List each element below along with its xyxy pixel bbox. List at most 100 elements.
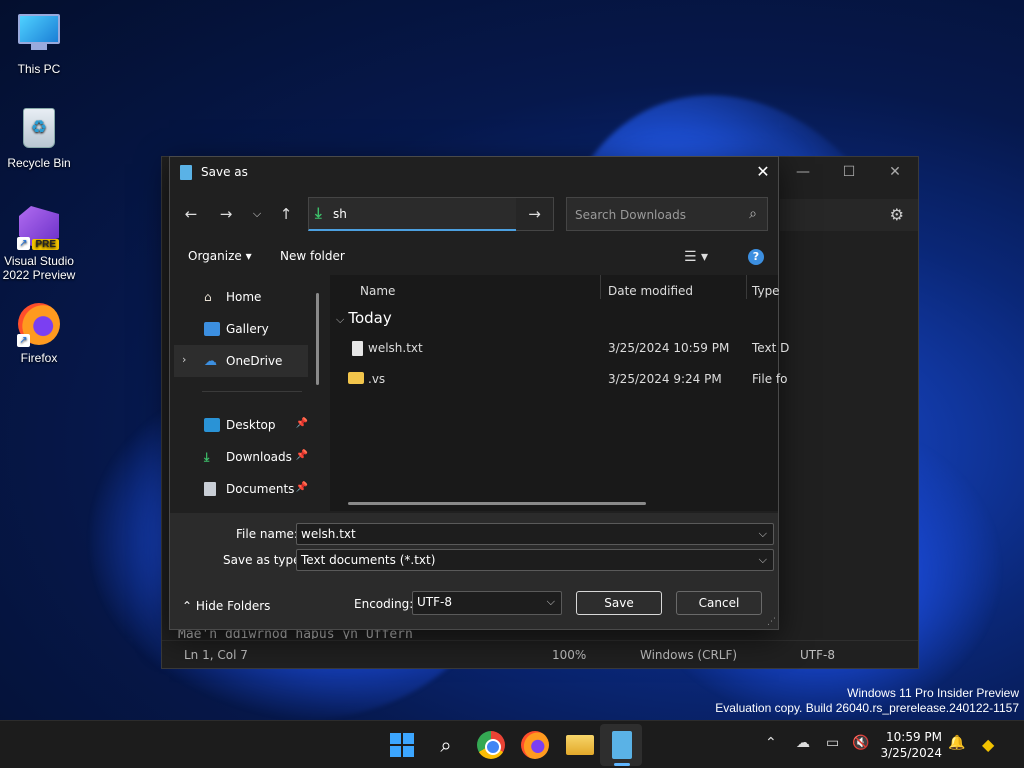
save-as-dialog: Save as ✕ ← → ⌵ ↑ ⤓ ⌵ → ⌕ Organize ▾ New… — [169, 156, 789, 630]
file-name-field[interactable]: welsh.txt ⌵ — [296, 523, 774, 545]
desktop-icon — [204, 418, 220, 432]
close-button[interactable]: ✕ — [748, 157, 778, 187]
file-name: .vs — [368, 372, 386, 386]
nav-item-documents[interactable]: Documents 📌 — [174, 473, 308, 505]
cloud-icon: ☁ — [204, 354, 217, 369]
back-button[interactable]: ← — [180, 203, 202, 225]
file-explorer-icon[interactable] — [566, 735, 594, 755]
view-options-button[interactable]: ☰ ▾ — [684, 249, 708, 265]
gallery-icon — [204, 322, 220, 336]
nav-item-downloads[interactable]: ⤓ Downloads 📌 — [174, 441, 308, 473]
hide-folders-button[interactable]: ⌃ Hide Folders — [182, 599, 270, 613]
clock[interactable]: 10:59 PM 3/25/2024 — [880, 729, 942, 761]
divider — [202, 391, 302, 392]
chevron-up-icon[interactable]: ⌃ — [765, 735, 777, 751]
desktop-icon-visual-studio[interactable]: PRE ↗ Visual Studio 2022 Preview — [0, 204, 78, 282]
encoding-label: Encoding: — [354, 597, 414, 611]
file-row[interactable]: .vs 3/25/2024 9:24 PM File fo — [330, 364, 787, 394]
search-icon: ⌕ — [749, 206, 757, 222]
chevron-up-icon: ⌃ — [182, 599, 193, 613]
display-icon[interactable]: ▭ — [826, 735, 839, 751]
dialog-title: Save as — [201, 165, 248, 179]
line-endings[interactable]: Windows (CRLF) — [640, 648, 737, 662]
notification-bell-icon[interactable]: 🔔 — [948, 735, 965, 751]
folder-icon — [348, 372, 364, 384]
help-icon[interactable]: ? — [748, 249, 764, 265]
file-name-label: File name: — [236, 527, 298, 541]
encoding-select[interactable]: UTF-8 ⌵ — [412, 591, 562, 615]
desktop-icon-recycle-bin[interactable]: Recycle Bin — [0, 106, 78, 170]
column-header-name[interactable]: Name — [360, 284, 395, 298]
chevron-down-icon[interactable]: ⌵ — [759, 527, 767, 541]
nav-item-onedrive[interactable]: › ☁ OneDrive — [174, 345, 308, 377]
minimize-button[interactable]: — — [780, 157, 826, 187]
desktop-icon-label: Firefox — [20, 351, 58, 365]
start-button[interactable] — [388, 731, 416, 759]
zoom-level[interactable]: 100% — [552, 648, 586, 662]
scrollbar[interactable] — [348, 502, 646, 505]
scrollbar[interactable] — [316, 293, 319, 385]
pin-icon: 📌 — [295, 418, 308, 429]
file-name: welsh.txt — [368, 341, 423, 355]
desktop-icon-label: Recycle Bin — [7, 156, 71, 170]
network-icon[interactable]: ☁ — [796, 735, 810, 751]
resize-grip-icon[interactable]: ⋰ — [767, 617, 776, 627]
chevron-right-icon[interactable]: › — [182, 353, 186, 366]
file-date: 3/25/2024 10:59 PM — [608, 341, 730, 355]
desktop-icon-label: 2022 Preview — [2, 268, 76, 282]
shortcut-arrow-icon: ↗ — [17, 334, 30, 347]
download-icon: ⤓ — [204, 450, 210, 464]
search-input[interactable] — [575, 206, 735, 224]
navigation-bar: ← → ⌵ ↑ ⤓ ⌵ → ⌕ — [170, 195, 778, 235]
nav-item-gallery[interactable]: Gallery — [174, 313, 308, 345]
search-icon[interactable]: ⌕ — [432, 731, 460, 759]
notepad-toolbar: ⚙ — [780, 199, 918, 231]
file-date: 3/25/2024 9:24 PM — [608, 372, 722, 386]
computer-icon — [17, 14, 61, 58]
notepad-icon[interactable] — [612, 731, 632, 759]
navigation-pane: ⌂ Home Gallery › ☁ OneDrive Desktop 📌 ⤓ … — [170, 275, 330, 511]
visual-studio-icon: PRE ↗ — [17, 206, 61, 250]
recent-locations-button[interactable]: ⌵ — [246, 203, 268, 225]
copilot-icon[interactable]: ◆ — [982, 735, 994, 754]
dialog-title-bar: Save as ✕ — [170, 157, 778, 187]
evaluation-watermark: Windows 11 Pro Insider Preview Evaluatio… — [715, 686, 1019, 715]
desktop-icon-label: This PC — [17, 62, 61, 76]
column-headers: Name Date modified Type — [330, 275, 780, 303]
encoding-status[interactable]: UTF-8 — [800, 648, 835, 662]
close-button[interactable]: ✕ — [872, 157, 918, 187]
save-type-select[interactable]: Text documents (*.txt) ⌵ — [296, 549, 774, 571]
file-row[interactable]: welsh.txt 3/25/2024 10:59 PM Text D — [330, 333, 789, 363]
file-type: Text D — [752, 341, 790, 355]
forward-button[interactable]: → — [215, 203, 237, 225]
nav-item-home[interactable]: ⌂ Home — [174, 281, 308, 313]
gear-icon[interactable]: ⚙ — [890, 205, 904, 224]
pin-icon: 📌 — [295, 482, 308, 493]
column-header-type[interactable]: Type — [752, 284, 780, 298]
chevron-down-icon: ⌵ — [336, 313, 345, 326]
column-divider[interactable] — [600, 275, 601, 299]
notepad-icon — [180, 165, 192, 180]
column-divider[interactable] — [746, 275, 747, 299]
desktop-icon-this-pc[interactable]: This PC — [0, 10, 78, 76]
documents-icon — [204, 482, 216, 496]
cancel-button[interactable]: Cancel — [676, 591, 762, 615]
go-button[interactable]: → — [516, 197, 554, 231]
group-header[interactable]: ⌵ Today — [336, 309, 392, 327]
volume-icon[interactable]: 🔇 — [852, 735, 869, 751]
shortcut-arrow-icon: ↗ — [17, 237, 30, 250]
address-input[interactable] — [333, 204, 483, 224]
new-folder-button[interactable]: New folder — [280, 249, 345, 263]
save-type-label: Save as type: — [223, 553, 305, 567]
up-button[interactable]: ↑ — [275, 203, 297, 225]
save-button[interactable]: Save — [576, 591, 662, 615]
search-box[interactable]: ⌕ — [566, 197, 768, 231]
firefox-icon[interactable] — [521, 731, 549, 759]
column-header-date[interactable]: Date modified — [608, 284, 693, 298]
chrome-icon[interactable] — [477, 731, 505, 759]
organize-button[interactable]: Organize ▾ — [188, 249, 252, 263]
nav-item-desktop[interactable]: Desktop 📌 — [174, 409, 308, 441]
desktop-icon-firefox[interactable]: ↗ Firefox — [0, 302, 78, 365]
pin-icon: 📌 — [295, 450, 308, 461]
maximize-button[interactable]: ☐ — [826, 157, 872, 187]
